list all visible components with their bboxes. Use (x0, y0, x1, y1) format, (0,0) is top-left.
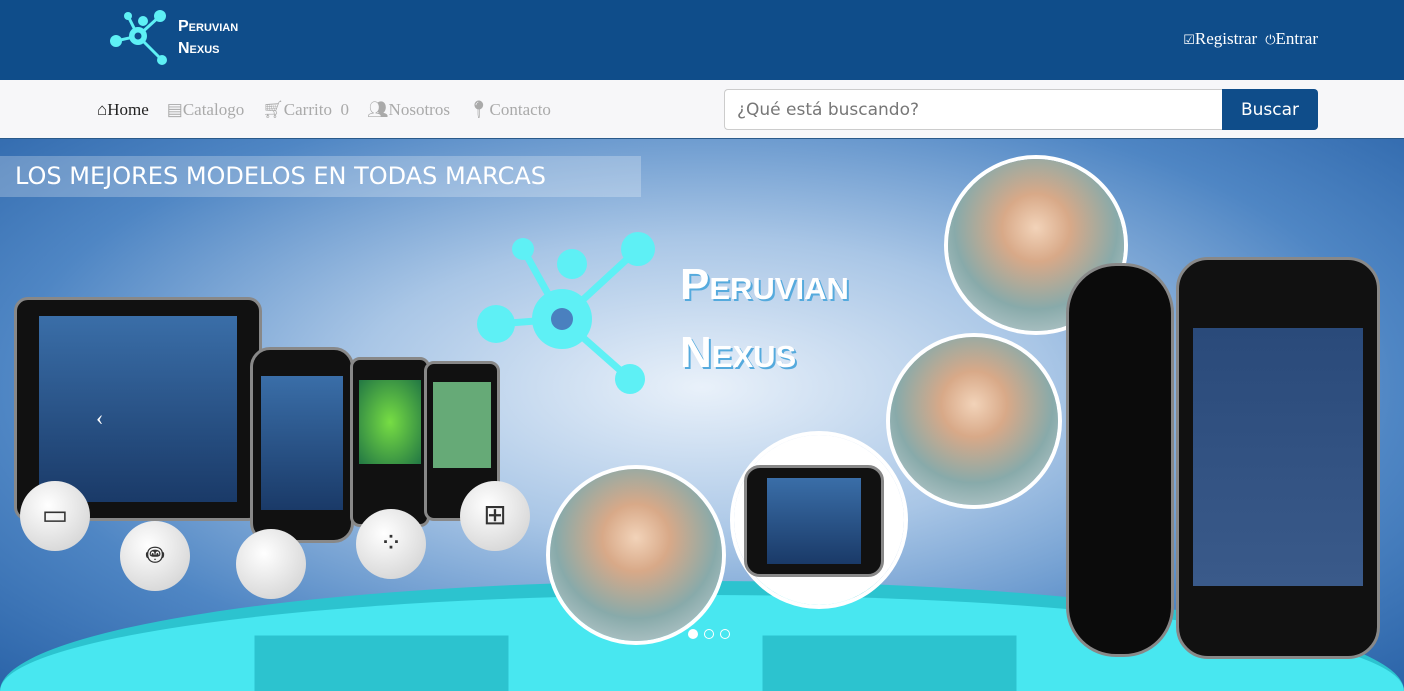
apple-icon (236, 529, 306, 599)
cart-icon: 🛒︎ (262, 100, 284, 119)
power-icon: ⏻ (1265, 32, 1276, 47)
carousel-indicator[interactable] (688, 629, 698, 639)
login-label: Entrar (1275, 29, 1318, 48)
banner-brand-line1: Peruvian (680, 260, 849, 309)
android-icon: 🤖︎ (120, 521, 190, 591)
register-link[interactable]: ☑Registrar (1183, 29, 1257, 49)
carousel-indicator[interactable] (720, 629, 730, 639)
phone-image (350, 357, 430, 527)
nav-catalogo[interactable]: ▤Catalogo (167, 100, 244, 120)
brand-name-line1: Peruvian (178, 18, 239, 35)
checkbox-icon: ☑ (1183, 32, 1195, 47)
top-header: Peruvian Nexus ☑Registrar ⏻Entrar (0, 0, 1404, 80)
nav-label: Catalogo (182, 100, 245, 119)
search-form: Buscar (724, 89, 1318, 130)
blackberry-icon: ⁘ (356, 509, 426, 579)
nav-label: Carrito (283, 100, 332, 119)
brand-logo[interactable]: Peruvian Nexus (108, 8, 238, 68)
catalog-icon: ▤ (166, 100, 183, 119)
nav-nosotros[interactable]: 👥︎Nosotros (367, 100, 450, 120)
map-pin-icon: 📍︎ (467, 100, 490, 119)
register-label: Registrar (1194, 29, 1258, 48)
nav-label: Home (107, 100, 149, 119)
hero-carousel: LOS MEJORES MODELOS EN TODAS MARCAS Peru… (0, 139, 1404, 691)
navbar: ⌂Home ▤Catalogo 🛒︎Carrito 0 👥︎Nosotros 📍… (0, 80, 1404, 139)
network-logo-icon (110, 10, 167, 65)
banner-brand: Peruvian Nexus (680, 251, 849, 387)
phone-image (744, 465, 884, 577)
banner-brand-line2: Nexus (680, 328, 797, 377)
phone-image (250, 347, 354, 543)
nav-contacto[interactable]: 📍︎Contacto (468, 100, 551, 120)
nav-home[interactable]: ⌂Home (97, 100, 149, 120)
girl-photo (546, 465, 726, 645)
phone-side-image (1066, 263, 1174, 657)
search-button[interactable]: Buscar (1222, 89, 1318, 130)
banner-tagline: LOS MEJORES MODELOS EN TODAS MARCAS (0, 156, 641, 197)
search-input[interactable] (724, 89, 1222, 130)
windows-icon: ⊞ (460, 481, 530, 551)
nav-label: Contacto (489, 100, 551, 119)
tablet-icon: ▭ (20, 481, 90, 551)
brand-name-line2: Nexus (178, 40, 220, 57)
carousel-prev-button[interactable]: ‹ (96, 405, 103, 431)
iphone-image (1176, 257, 1380, 659)
nav-label: Nosotros (388, 100, 450, 119)
users-icon: 👥︎ (366, 100, 389, 119)
nav-carrito[interactable]: 🛒︎Carrito 0 (262, 100, 349, 120)
home-icon: ⌂ (97, 100, 108, 119)
woman-phone-photo (886, 333, 1062, 509)
carousel-indicators (688, 629, 730, 639)
cart-count: 0 (340, 100, 349, 119)
carousel-indicator[interactable] (704, 629, 714, 639)
login-link[interactable]: ⏻Entrar (1265, 29, 1318, 49)
